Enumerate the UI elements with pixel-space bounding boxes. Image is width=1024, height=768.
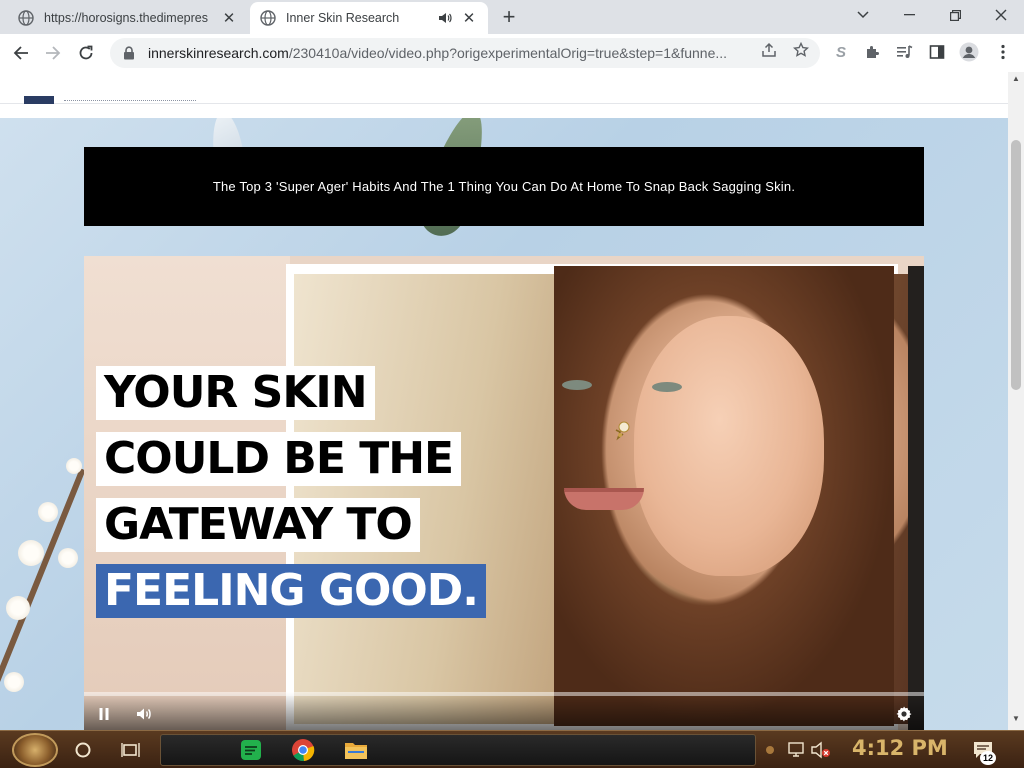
site-header bbox=[0, 72, 1008, 104]
notification-count-badge: 12 bbox=[980, 751, 996, 765]
tab-inner-skin-research[interactable]: Inner Skin Research ✕ bbox=[250, 2, 488, 34]
woman-mouth bbox=[564, 488, 644, 510]
headline-banner: The Top 3 'Super Ager' Habits And The 1 … bbox=[84, 147, 924, 226]
tab-title: Inner Skin Research bbox=[286, 11, 400, 25]
video-player[interactable]: YOUR SKIN COULD BE THE GATEWAY TO FEELIN… bbox=[84, 256, 924, 730]
tab-close-icon[interactable]: ✕ bbox=[460, 9, 478, 27]
media-control-icon[interactable] bbox=[894, 41, 916, 63]
side-panel-icon[interactable] bbox=[926, 41, 948, 63]
scroll-up-arrow-icon[interactable]: ▲ bbox=[1012, 75, 1020, 83]
url-text: innerskinresearch.com/230410a/video/vide… bbox=[148, 45, 758, 61]
headline-text: The Top 3 'Super Ager' Habits And The 1 … bbox=[212, 179, 796, 194]
blossom-decoration bbox=[66, 458, 82, 474]
new-tab-button[interactable]: + bbox=[498, 6, 520, 29]
url-path: /230410a/video/video.php?origexperimenta… bbox=[288, 45, 728, 61]
hero-background: The Top 3 'Super Ager' Habits And The 1 … bbox=[0, 118, 1008, 730]
file-explorer-icon[interactable] bbox=[343, 737, 369, 763]
url-domain: innerskinresearch.com bbox=[148, 45, 289, 61]
task-view-icon[interactable] bbox=[118, 737, 144, 763]
start-button[interactable] bbox=[12, 733, 58, 767]
volume-icon[interactable] bbox=[134, 704, 154, 724]
volume-muted-icon[interactable] bbox=[808, 737, 834, 763]
scroll-down-arrow-icon[interactable]: ▼ bbox=[1012, 715, 1020, 723]
globe-icon bbox=[18, 10, 34, 26]
chrome-icon[interactable] bbox=[290, 737, 316, 763]
back-button[interactable] bbox=[8, 40, 34, 66]
caption-line-3: GATEWAY TO bbox=[96, 498, 420, 552]
browser-toolbar: innerskinresearch.com/230410a/video/vide… bbox=[0, 34, 1024, 72]
tab-close-icon[interactable]: ✕ bbox=[220, 9, 238, 27]
tab-horosigns[interactable]: https://horosigns.thedimepres ✕ bbox=[8, 2, 248, 34]
video-left-panel bbox=[84, 256, 290, 730]
blossom-decoration bbox=[38, 502, 58, 522]
blossom-decoration bbox=[58, 548, 78, 568]
share-icon[interactable] bbox=[760, 41, 778, 59]
tab-search-chevron-icon[interactable] bbox=[848, 4, 878, 26]
bookmark-star-icon[interactable] bbox=[792, 41, 810, 59]
tab-audio-icon[interactable] bbox=[436, 9, 454, 27]
site-logo[interactable] bbox=[24, 96, 54, 104]
extension-s-icon[interactable]: S bbox=[830, 41, 852, 63]
page-scrollbar[interactable]: ▲ ▼ bbox=[1008, 72, 1024, 730]
scroll-thumb[interactable] bbox=[1011, 140, 1021, 390]
video-controls bbox=[84, 692, 924, 730]
close-window-button[interactable] bbox=[986, 4, 1016, 26]
settings-gear-icon[interactable] bbox=[894, 704, 914, 724]
extensions-puzzle-icon[interactable] bbox=[862, 41, 884, 63]
profile-avatar-icon[interactable] bbox=[958, 41, 980, 63]
pause-icon[interactable] bbox=[94, 704, 114, 724]
caption-line-4: FEELING GOOD. bbox=[96, 564, 486, 618]
woman-face bbox=[634, 316, 824, 576]
restore-button[interactable] bbox=[940, 4, 970, 26]
network-icon[interactable] bbox=[784, 737, 810, 763]
taskbar-clock[interactable]: 4:12 PM bbox=[852, 736, 948, 760]
page-viewport: The Top 3 'Super Ager' Habits And The 1 … bbox=[0, 72, 1024, 730]
address-bar[interactable]: innerskinresearch.com/230410a/video/vide… bbox=[110, 38, 820, 68]
reload-button[interactable] bbox=[73, 40, 99, 66]
blossom-decoration bbox=[4, 672, 24, 692]
browser-menu-icon[interactable] bbox=[992, 41, 1014, 63]
forward-button[interactable] bbox=[40, 40, 66, 66]
minimize-button[interactable] bbox=[894, 4, 924, 26]
site-logo-tagline bbox=[64, 100, 196, 103]
blossom-decoration bbox=[18, 540, 44, 566]
tray-overflow-icon[interactable] bbox=[762, 737, 778, 763]
tab-title: https://horosigns.thedimepres bbox=[44, 11, 208, 25]
woman-eye bbox=[652, 382, 682, 392]
globe-icon bbox=[260, 10, 276, 26]
caption-line-2: COULD BE THE bbox=[96, 432, 462, 486]
nose-ring-sticker bbox=[615, 421, 630, 441]
blossom-decoration bbox=[6, 596, 30, 620]
tab-strip: https://horosigns.thedimepres ✕ Inner Sk… bbox=[0, 0, 1024, 34]
cortana-circle-icon[interactable] bbox=[70, 737, 96, 763]
woman-eye bbox=[562, 380, 592, 390]
lock-icon[interactable] bbox=[122, 46, 136, 60]
video-progress-bar[interactable] bbox=[84, 692, 924, 696]
taskbar: 4:12 PM 12 bbox=[0, 730, 1024, 768]
video-edge-shadow bbox=[908, 266, 924, 730]
spotify-like-app-icon[interactable] bbox=[238, 737, 264, 763]
caption-line-1: YOUR SKIN bbox=[96, 366, 375, 420]
